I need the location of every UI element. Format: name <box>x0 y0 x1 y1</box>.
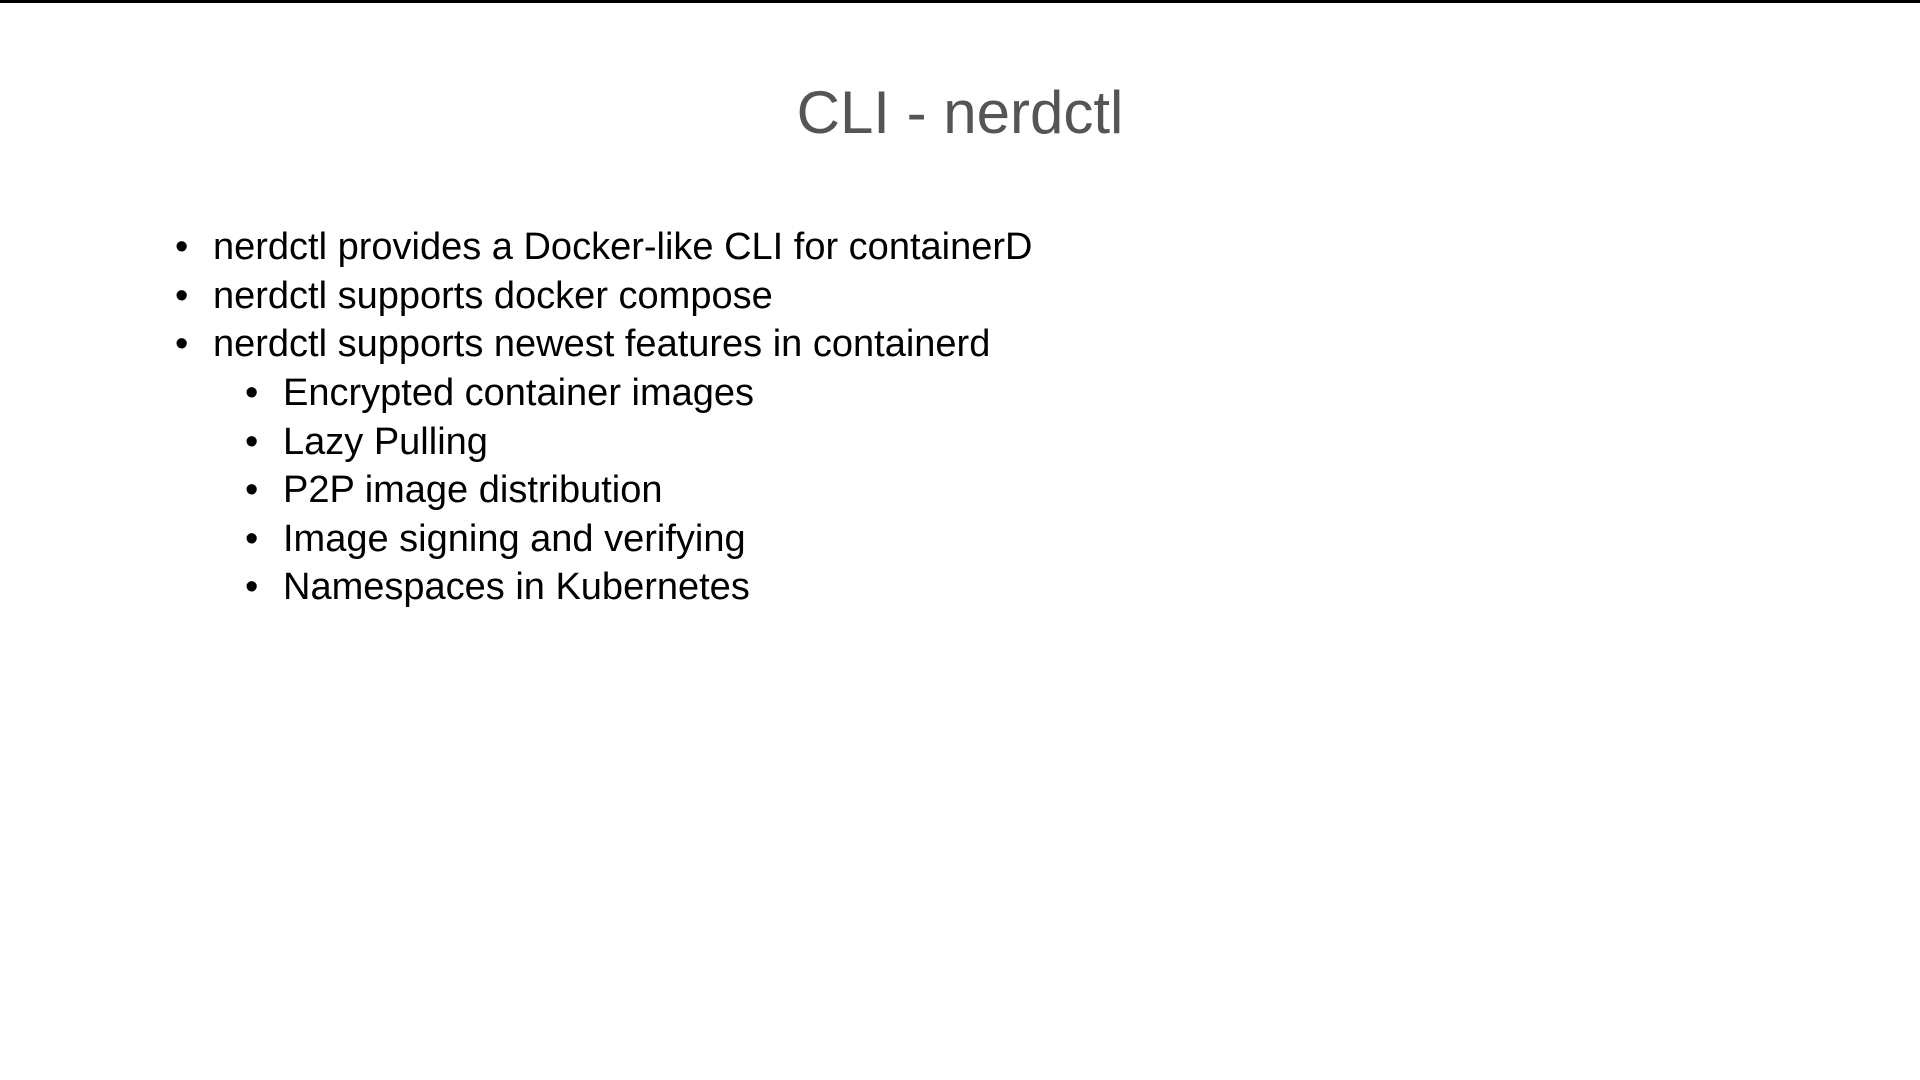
bullet-item: nerdctl supports newest features in cont… <box>165 320 1820 369</box>
sub-bullet-item: P2P image distribution <box>235 466 1820 515</box>
bullet-list: nerdctl provides a Docker-like CLI for c… <box>165 223 1820 369</box>
slide-title: CLI - nerdctl <box>797 78 1124 147</box>
bullet-item: nerdctl provides a Docker-like CLI for c… <box>165 223 1820 272</box>
sub-bullet-item: Encrypted container images <box>235 369 1820 418</box>
sub-bullet-item: Namespaces in Kubernetes <box>235 563 1820 612</box>
sub-bullet-list: Encrypted container images Lazy Pulling … <box>235 369 1820 612</box>
bullet-item: nerdctl supports docker compose <box>165 272 1820 321</box>
sub-bullet-item: Image signing and verifying <box>235 515 1820 564</box>
sub-bullet-item: Lazy Pulling <box>235 418 1820 467</box>
slide-content: nerdctl provides a Docker-like CLI for c… <box>165 223 1820 612</box>
